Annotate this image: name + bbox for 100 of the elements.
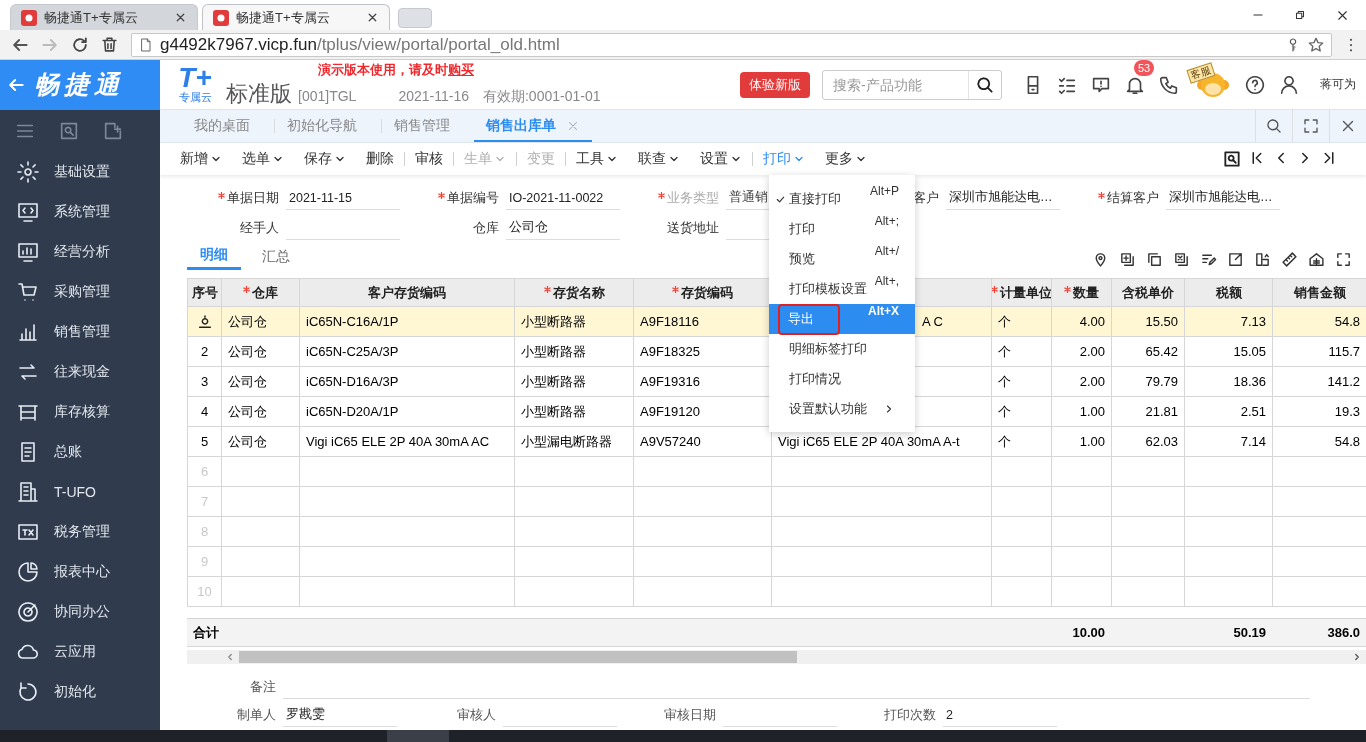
sidebar-item[interactable]: 采购管理 xyxy=(0,272,160,312)
shortcut-label: Alt+/ xyxy=(874,244,899,258)
table-cell: iC65N-C16A/1P xyxy=(299,306,515,337)
sidebar-item[interactable]: T-UFO xyxy=(0,472,160,512)
new-version-button[interactable]: 体验新版 xyxy=(740,71,810,98)
input-field[interactable]: 罗戡雯 xyxy=(283,703,397,727)
sidebar-item[interactable]: 初始化 xyxy=(0,672,160,712)
trash-icon[interactable] xyxy=(100,35,119,54)
tab[interactable]: 明细 xyxy=(187,243,241,270)
fullscreen-icon[interactable] xyxy=(1335,251,1352,268)
support-label[interactable]: 客服 xyxy=(1186,61,1216,84)
field-label: 打印次数 xyxy=(884,706,936,724)
add-row-icon[interactable] xyxy=(1119,251,1136,268)
field-label: 仓库 xyxy=(473,219,499,237)
toolbar-button[interactable]: 选单 xyxy=(232,147,294,171)
input-field[interactable]: IO-2021-11-0022 xyxy=(506,186,620,210)
toolbar-button[interactable]: 删除 xyxy=(356,147,404,171)
menu-item-label: 直接打印 xyxy=(789,190,841,208)
sidebar-item[interactable]: 销售管理 xyxy=(0,312,160,352)
table-cell: 小型断路器 xyxy=(514,306,634,337)
sidebar-label: 基础设置 xyxy=(54,163,110,181)
export-icon[interactable] xyxy=(1227,251,1244,268)
date-label: 2021-11-16 xyxy=(398,87,469,104)
toolbar-button[interactable]: 审核 xyxy=(405,147,453,171)
table-cell: 2.00 xyxy=(1051,366,1112,397)
total-value: 386.0 xyxy=(1272,618,1366,647)
cart-icon xyxy=(16,280,40,304)
table-cell: 18.36 xyxy=(1184,366,1273,397)
table-cell: A9F18116 xyxy=(633,306,772,337)
field-label: 结算客户 xyxy=(1107,189,1159,207)
menu-item[interactable]: 直接打印 Alt+P xyxy=(769,184,915,214)
toolbar-button[interactable]: 更多 xyxy=(815,147,877,171)
delete-row-icon[interactable] xyxy=(1173,251,1190,268)
sidebar-item[interactable]: 基础设置 xyxy=(0,152,160,192)
sidebar-item[interactable]: 系统管理 xyxy=(0,192,160,232)
split-icon[interactable] xyxy=(1254,251,1271,268)
brand-name: 畅捷通 xyxy=(34,69,124,100)
close-icon[interactable] xyxy=(174,11,187,24)
new-window-icon[interactable] xyxy=(102,120,124,142)
close-icon[interactable] xyxy=(366,11,379,24)
shortcut-label: Alt+, xyxy=(874,274,899,288)
code-monitor-icon xyxy=(16,200,40,224)
target-icon xyxy=(16,600,40,624)
ruler-icon[interactable] xyxy=(1281,251,1298,268)
column-header: 客户存货编码 xyxy=(368,283,446,302)
user-name[interactable]: 蒋可为 xyxy=(1320,76,1356,93)
menu-item[interactable]: 打印模板设置 Alt+, xyxy=(769,274,915,304)
input-field[interactable]: 2021-11-15 xyxy=(286,186,400,210)
input-field[interactable]: 公司仓 xyxy=(506,216,620,240)
toolbar-button[interactable]: 联查 xyxy=(628,147,690,171)
restart-icon xyxy=(16,680,40,704)
toolbar-button[interactable]: 打印 xyxy=(753,147,815,171)
sidebar-item[interactable]: 总账 xyxy=(0,432,160,472)
input-field[interactable]: 2 xyxy=(943,703,1057,727)
help-icon[interactable] xyxy=(1244,73,1266,96)
sidebar-item[interactable]: 税务管理 xyxy=(0,512,160,552)
preview-icon[interactable] xyxy=(1222,149,1242,169)
search-icon[interactable] xyxy=(1265,117,1283,135)
sidebar-item[interactable]: 库存核算 xyxy=(0,392,160,432)
toolbar-button[interactable]: 保存 xyxy=(294,147,356,171)
table-cell: 小型断路器 xyxy=(514,336,634,367)
table-cell: 个 xyxy=(991,396,1052,427)
column-header: 税额 xyxy=(1215,283,1242,302)
browser-tab[interactable]: 畅捷通T+专属云 xyxy=(202,4,390,30)
sidebar-item[interactable]: 往来现金 xyxy=(0,352,160,392)
copy-icon[interactable] xyxy=(1146,251,1163,268)
table-cell: 65.42 xyxy=(1111,336,1185,367)
address-field[interactable]: g4492k7967.vicp.fun/tplus/view/portal/portal_old.html xyxy=(131,32,1332,57)
field-label: 审核人 xyxy=(457,706,496,724)
scroll-right-icon[interactable] xyxy=(1352,652,1362,662)
field-label: 送货地址 xyxy=(667,219,719,237)
sidebar-label: 税务管理 xyxy=(54,523,110,541)
row-handle-icon[interactable] xyxy=(196,313,213,330)
scroll-left-icon[interactable] xyxy=(225,652,235,662)
sidebar-item[interactable]: 云应用 xyxy=(0,632,160,672)
field-label: 业务类型 xyxy=(667,189,719,207)
house-icon[interactable] xyxy=(1308,251,1325,268)
table-cell: 1.00 xyxy=(1051,426,1112,457)
search-field[interactable]: 搜索-产品功能 xyxy=(822,69,1002,100)
horizontal-scrollbar[interactable] xyxy=(187,650,1366,664)
input-field[interactable]: 深圳市旭能达电… xyxy=(1166,186,1280,210)
sidebar-item[interactable]: 报表中心 xyxy=(0,552,160,592)
user-icon[interactable] xyxy=(1278,73,1300,96)
sidebar-item[interactable]: 协同办公 xyxy=(0,592,160,632)
input-field[interactable]: 深圳市旭能达电… xyxy=(946,186,1060,210)
buy-link[interactable]: 购买 xyxy=(448,61,474,77)
search-icon[interactable] xyxy=(975,74,995,95)
scrollbar-thumb[interactable] xyxy=(239,651,797,663)
sidebar-item[interactable]: 经营分析 xyxy=(0,232,160,272)
sidebar-label: 总账 xyxy=(54,443,82,461)
menu-item[interactable]: 打印 Alt+; xyxy=(769,214,915,244)
star-icon[interactable] xyxy=(1307,35,1325,54)
menu-item[interactable]: 预览 Alt+/ xyxy=(769,244,915,274)
toolbar-button[interactable]: 新增 xyxy=(170,147,232,171)
toolbar-button[interactable]: 工具 xyxy=(566,147,628,171)
column-header: 仓库 xyxy=(252,283,278,302)
row-number: 2 xyxy=(187,336,222,367)
tab[interactable]: 汇总 xyxy=(249,243,303,270)
toolbar-button[interactable]: 设置 xyxy=(690,147,752,171)
browser-tab[interactable]: 畅捷通T+专属云 xyxy=(10,4,198,30)
